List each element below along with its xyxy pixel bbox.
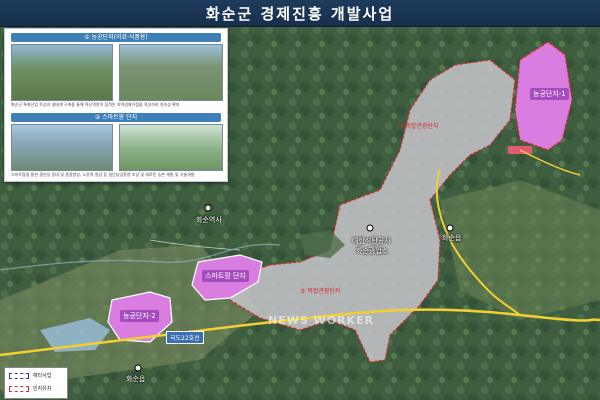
info-inset-panel: ① 농공단지(의료·식품용) 화순군 특화산업 육성과 생태계 구축을 통해 혁… (4, 28, 228, 182)
watermark: NEWS WORKER (268, 314, 375, 327)
label-complex-south: ③ 복합관광단지 (300, 288, 341, 295)
map-legend: 예타사업 민자유치 (4, 367, 68, 399)
legend-item-2: 민자유치 (9, 385, 51, 392)
inset-section2-text: 스마트팜을 통한 생산성 증대 및 품질향상, 노동력 절감 등 첨단농업환경 … (11, 172, 195, 177)
legend-item-1: 예타사업 (9, 372, 51, 379)
label-smart-farm: 스마트팜 단지 (202, 270, 249, 282)
route-label: 국도22호선 (166, 331, 204, 344)
smart-farm-photo-2 (119, 124, 223, 171)
smart-farm-photo-1 (11, 124, 113, 171)
label-place-south: 화순읍 (126, 375, 146, 383)
legend-swatch-blue (9, 372, 29, 379)
marker-center (366, 224, 374, 232)
marker-south (134, 364, 142, 372)
agri-complex-photo-2 (119, 44, 223, 101)
inset-section2-heading: ② 스마트팜 단지 (11, 113, 221, 122)
inset-section1-heading: ① 농공단지(의료·식품용) (11, 33, 221, 42)
legend-label-1: 예타사업 (33, 373, 52, 379)
legend-swatch-red (9, 385, 29, 392)
inset-section1-text: 화순군 특화산업 육성과 생태계 구축을 통해 혁신역량이 집적된 지역경제거점… (11, 102, 180, 107)
label-complex-north: ③ 복합관광단지 (398, 123, 439, 130)
label-agri-complex-1: 농공단지-1 (530, 88, 569, 100)
page-title: 화순군 경제진흥 개발사업 (0, 0, 600, 27)
legend-label-2: 민자유치 (33, 386, 52, 392)
label-place-center: 대한석탄공사 (352, 237, 391, 245)
marker-west (204, 204, 212, 212)
agri-complex-photo-1 (11, 44, 113, 101)
label-agri-complex-2: 농공단지-2 (120, 310, 159, 322)
label-place-east: 화순읍 (442, 234, 462, 242)
label-place-west: 화순역사 (196, 216, 222, 224)
label-place-center-sub: 화순광업소 (356, 247, 389, 255)
marker-east (446, 224, 454, 232)
